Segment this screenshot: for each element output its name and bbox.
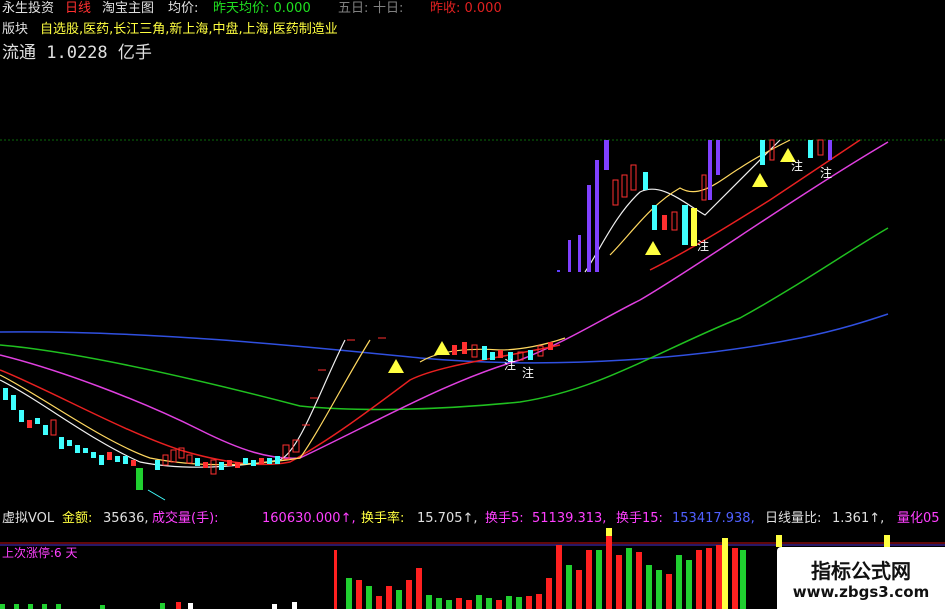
amount-value: 35636,: [103, 511, 149, 526]
limit-up-note: 上次涨停:6 天: [2, 546, 78, 560]
float-shares: 流通 1.0228 亿手: [2, 43, 152, 63]
annotation-label: 注: [522, 366, 535, 380]
watermark-url: www.zbgs3.com: [792, 583, 930, 601]
ma-green-line: [0, 227, 889, 411]
volume-ratio-value: 1.361↑,: [832, 511, 885, 526]
five-day-label: 五日:: [338, 1, 369, 16]
period-label[interactable]: 日线: [65, 1, 91, 17]
volume-bars: [0, 528, 890, 609]
volume-value: 160630.000↑,: [262, 511, 356, 526]
prev-close: 昨收: 0.000: [430, 1, 502, 16]
ma-magenta-line: [0, 141, 889, 459]
ma-yellow-line: [0, 139, 791, 466]
ma-white-line: [0, 139, 781, 468]
annotation-label: 注: [504, 358, 517, 372]
prev-avg-price: 昨天均价: 0.000: [213, 1, 311, 16]
annotation-label: 注: [820, 166, 833, 180]
watermark: 指标公式网 www.zbgs3.com: [777, 547, 945, 609]
turnover5-label: 换手5:: [485, 511, 524, 526]
sector-value: 自选股,医药,长江三角,新上海,中盘,上海,医药制造业: [40, 22, 338, 37]
turnover5-value: 51139.313,: [532, 511, 607, 526]
annotation-label: 注: [697, 239, 710, 253]
avg-price-label: 均价:: [168, 1, 199, 16]
amount-label: 金额:: [62, 511, 93, 526]
annotation-label: 注: [791, 159, 804, 173]
main-chart-label[interactable]: 淘宝主图: [102, 1, 154, 17]
price-panel[interactable]: [0, 139, 945, 501]
watermark-title: 指标公式网: [811, 559, 911, 583]
sector-label: 版块: [2, 22, 29, 37]
app-name: 永生投资: [2, 1, 55, 16]
volume-indicator-name[interactable]: 虚拟VOL: [2, 511, 54, 527]
turnover15-label: 换手15:: [616, 511, 663, 526]
turnover-value: 15.705↑,: [417, 511, 478, 526]
candles-middle: [378, 337, 553, 362]
ma-blue-line: [0, 313, 889, 364]
ten-day-label: 十日:: [373, 1, 404, 16]
volume-label: 成交量(手):: [152, 511, 219, 526]
volume-ratio-label: 日线量比:: [765, 511, 822, 526]
quant-label: 量化05: [897, 511, 940, 526]
turnover-label: 换手率:: [361, 511, 405, 526]
turnover15-value: 153417.938,: [672, 511, 755, 526]
